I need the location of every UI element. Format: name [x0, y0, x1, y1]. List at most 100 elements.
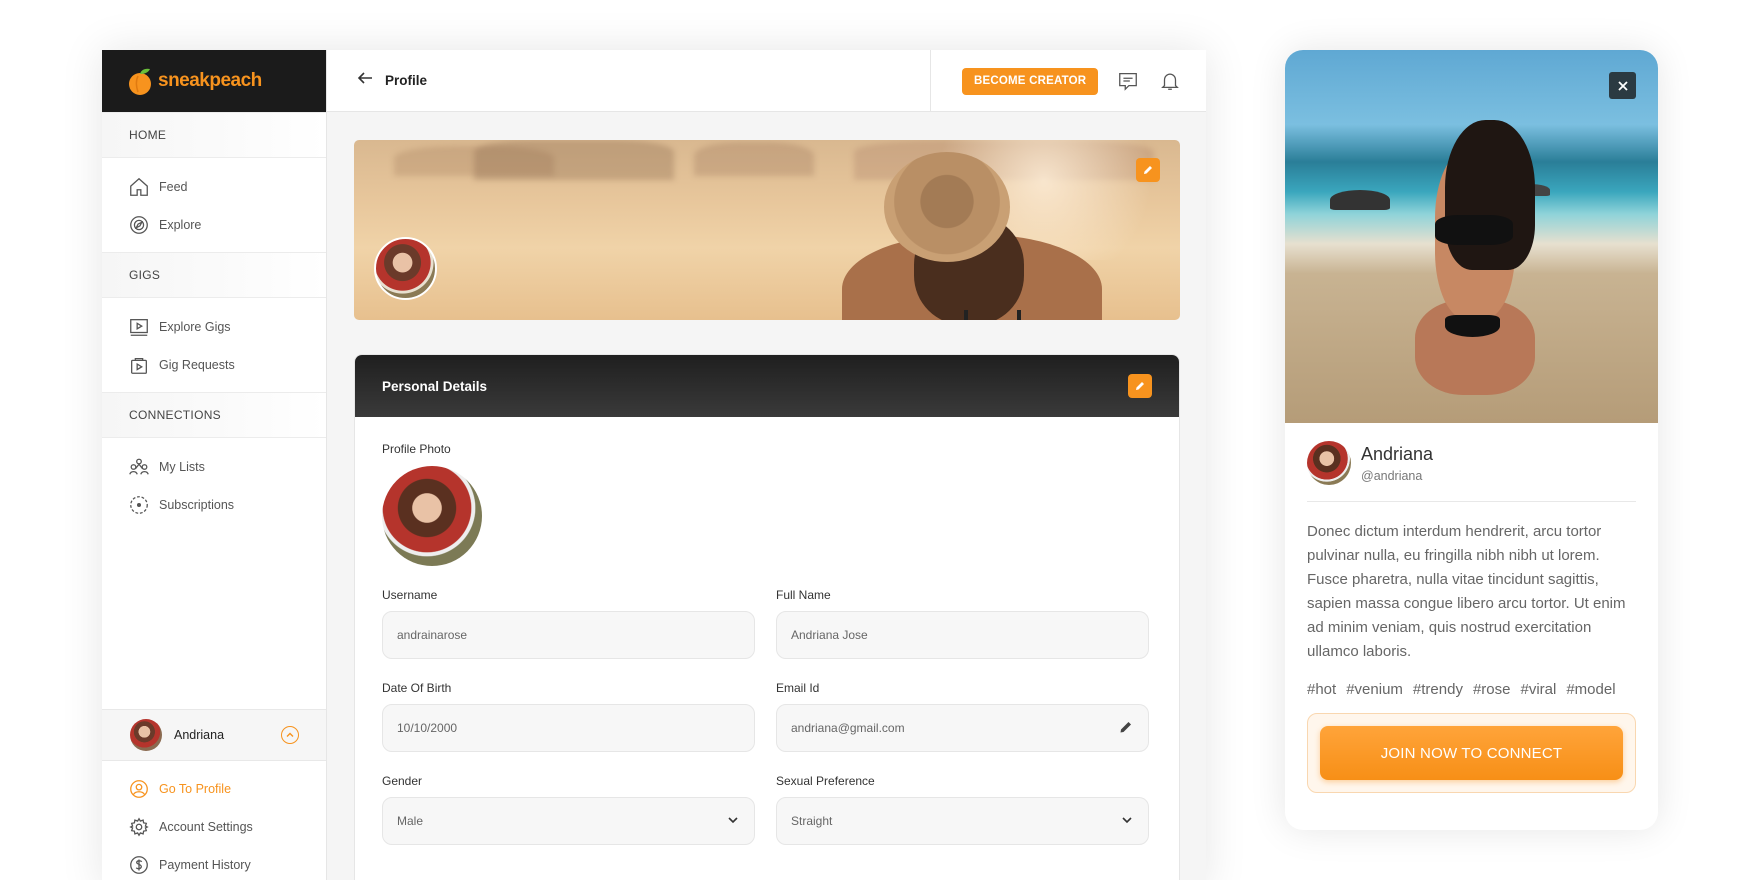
profile-preview-user: Andriana @andriana	[1307, 423, 1636, 502]
username-label: Username	[382, 588, 438, 602]
join-button-wrap: JOIN NOW TO CONNECT	[1307, 713, 1636, 793]
topbar-actions: BECOME CREATOR	[930, 50, 1206, 112]
sidebar-item-label: Gig Requests	[159, 358, 235, 372]
dob-label: Date Of Birth	[382, 681, 452, 695]
dob-input[interactable]: 10/10/2000	[382, 704, 755, 752]
message-icon[interactable]	[1116, 69, 1140, 93]
profile-preview-handle: @andriana	[1361, 468, 1423, 483]
user-menu: Go To Profile Account Settings Payment H…	[102, 770, 326, 880]
email-label: Email Id	[776, 681, 820, 695]
profile-preview-tags: #hot #venium #trendy #rose #viral #model	[1285, 664, 1658, 698]
people-icon	[128, 456, 150, 478]
bell-icon[interactable]	[1158, 69, 1182, 93]
pencil-icon[interactable]	[1118, 719, 1134, 738]
become-creator-button[interactable]: BECOME CREATOR	[962, 67, 1099, 95]
menu-item-payment-history[interactable]: Payment History	[102, 846, 326, 880]
menu-item-go-to-profile[interactable]: Go To Profile	[102, 770, 326, 808]
arrow-left-icon	[357, 71, 373, 90]
section-home-heading: HOME	[102, 112, 326, 158]
current-user-bar[interactable]: Andriana	[102, 709, 326, 761]
edit-details-icon[interactable]	[1128, 374, 1152, 398]
main-content: Profile BECOME CREATOR Personal Details …	[327, 50, 1206, 880]
sidebar-item-my-lists[interactable]: My Lists	[102, 448, 326, 486]
sidebar-item-explore-gigs[interactable]: Explore Gigs	[102, 308, 326, 346]
page-title: Profile	[385, 73, 428, 88]
gender-label: Gender	[382, 774, 423, 788]
sidebar-item-explore[interactable]: Explore	[102, 206, 326, 244]
menu-item-label: Payment History	[159, 858, 251, 872]
profile-photo[interactable]	[382, 466, 482, 566]
compass-icon	[128, 214, 150, 236]
personal-details-header: Personal Details	[355, 355, 1179, 417]
brand-name: sneakpeach	[158, 70, 262, 91]
full-name-field: Full Name Andriana Jose	[776, 588, 1149, 659]
bag-play-icon	[128, 354, 150, 376]
current-user-name: Andriana	[174, 728, 225, 742]
cover-avatar	[374, 237, 437, 300]
chevron-down-icon	[1120, 813, 1134, 830]
tag[interactable]: #hot	[1307, 681, 1336, 698]
profile-photo-label: Profile Photo	[382, 442, 451, 456]
tag[interactable]: #viral	[1520, 681, 1556, 698]
dollar-icon	[128, 854, 150, 876]
back-button[interactable]: Profile	[357, 71, 427, 90]
username-field: Username andrainarose	[382, 588, 755, 659]
gear-icon	[128, 816, 150, 838]
section-gigs-heading: GIGS	[102, 252, 326, 298]
avatar	[1307, 441, 1351, 485]
close-icon[interactable]	[1609, 72, 1636, 99]
dob-value: 10/10/2000	[397, 721, 458, 735]
nav-group-gigs: Explore Gigs Gig Requests	[102, 298, 326, 392]
email-input[interactable]: andriana@gmail.com	[776, 704, 1149, 752]
gender-select[interactable]: Male	[382, 797, 755, 845]
cover-photo	[354, 140, 1180, 320]
gender-field: Gender Male	[382, 774, 755, 845]
menu-item-label: Go To Profile	[159, 782, 232, 796]
full-name-label: Full Name	[776, 588, 831, 602]
tag[interactable]: #model	[1566, 681, 1615, 698]
user-circle-icon	[128, 778, 150, 800]
email-value: andriana@gmail.com	[791, 721, 905, 735]
menu-item-account-settings[interactable]: Account Settings	[102, 808, 326, 846]
join-now-button[interactable]: JOIN NOW TO CONNECT	[1320, 726, 1623, 780]
personal-details-body: Profile Photo Username andrainarose Full…	[355, 417, 1179, 870]
sidebar-item-gig-requests[interactable]: Gig Requests	[102, 346, 326, 384]
app-window: sneakpeach HOME Feed Explore GIGS Explor…	[102, 50, 1206, 880]
profile-preview-bio: Donec dictum interdum hendrerit, arcu to…	[1307, 523, 1626, 660]
preference-label: Sexual Preference	[776, 774, 875, 788]
edit-cover-icon[interactable]	[1136, 158, 1160, 182]
sidebar-item-feed[interactable]: Feed	[102, 168, 326, 206]
sidebar-item-subscriptions[interactable]: Subscriptions	[102, 486, 326, 524]
tag[interactable]: #rose	[1473, 681, 1511, 698]
profile-preview-name: Andriana	[1361, 443, 1434, 464]
logo-bar[interactable]: sneakpeach	[102, 50, 326, 112]
chevron-down-icon	[726, 813, 740, 830]
dotted-circle-icon	[128, 494, 150, 516]
tag[interactable]: #trendy	[1413, 681, 1463, 698]
chevron-up-icon[interactable]	[281, 726, 299, 744]
nav-group-home: Feed Explore	[102, 158, 326, 252]
username-value: andrainarose	[397, 628, 468, 642]
nav-group-connections: My Lists Subscriptions	[102, 438, 326, 532]
email-field: Email Id andriana@gmail.com	[776, 681, 1149, 752]
dob-field: Date Of Birth 10/10/2000	[382, 681, 755, 752]
menu-item-label: Account Settings	[159, 820, 253, 834]
sidebar-item-label: Explore	[159, 218, 202, 232]
full-name-value: Andriana Jose	[791, 628, 868, 642]
sidebar-item-label: Subscriptions	[159, 498, 235, 512]
profile-preview-card: Andriana @andriana Donec dictum interdum…	[1285, 50, 1658, 830]
personal-details-card: Personal Details Profile Photo Username …	[354, 354, 1180, 880]
preference-value: Straight	[791, 814, 833, 828]
gender-value: Male	[397, 814, 424, 828]
form-row: Username andrainarose Full Name Andriana…	[382, 588, 1152, 659]
full-name-input[interactable]: Andriana Jose	[776, 611, 1149, 659]
sidebar-item-label: Explore Gigs	[159, 320, 231, 334]
form-row: Date Of Birth 10/10/2000 Email Id andria…	[382, 681, 1152, 752]
username-input[interactable]: andrainarose	[382, 611, 755, 659]
peach-logo-icon	[129, 68, 151, 95]
home-icon	[128, 176, 150, 198]
form-row: Gender Male Sexual Preference Straight	[382, 774, 1152, 845]
sidebar-item-label: Feed	[159, 180, 188, 194]
preference-select[interactable]: Straight	[776, 797, 1149, 845]
tag[interactable]: #venium	[1346, 681, 1403, 698]
